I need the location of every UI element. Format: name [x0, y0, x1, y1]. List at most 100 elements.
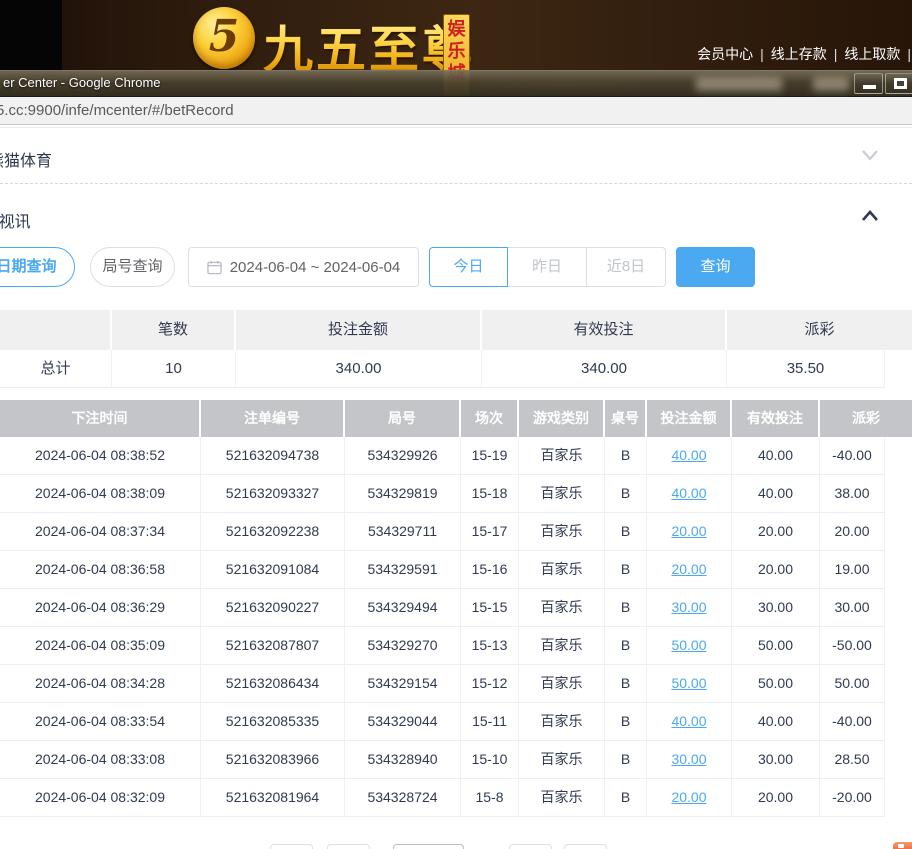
date-query-tab[interactable]: 日期查询: [0, 247, 75, 287]
bet-cell: 2024-06-04 08:33:54: [0, 703, 201, 741]
quick-range-昨日[interactable]: 昨日: [508, 247, 587, 287]
bet-cell: 30.00: [647, 589, 732, 627]
bet-cell: B: [605, 779, 647, 817]
bet-cell: 534329494: [345, 589, 461, 627]
bet-amount-link[interactable]: 20.00: [671, 561, 706, 577]
bet-cell: 521632091084: [201, 551, 345, 589]
bet-header-cell: 派彩: [820, 400, 912, 437]
table-row: 2024-06-04 08:36:29 521632090227 534329494…: [0, 589, 912, 627]
bet-cell: 百家乐: [519, 589, 605, 627]
bet-cell: 534329591: [345, 551, 461, 589]
background-black-region: [0, 0, 62, 70]
summary-header-cell: 投注金额: [236, 310, 482, 350]
bet-cell: 百家乐: [519, 513, 605, 551]
bet-amount-link[interactable]: 40.00: [671, 447, 706, 463]
bet-cell: 40.00: [647, 475, 732, 513]
section-panda-sports[interactable]: 熊猫体育: [0, 127, 912, 183]
bet-amount-link[interactable]: 30.00: [671, 751, 706, 767]
pager-stub[interactable]: [564, 844, 607, 849]
bet-cell: B: [605, 551, 647, 589]
summary-value-cell: 10: [112, 350, 236, 388]
bet-amount-link[interactable]: 40.00: [671, 485, 706, 501]
address-bar[interactable]: 5.cc:9900/infe/mcenter/#/betRecord: [0, 97, 912, 125]
quick-range-近8日[interactable]: 近8日: [587, 247, 666, 287]
bet-amount-link[interactable]: 40.00: [671, 713, 706, 729]
bet-cell: 百家乐: [519, 703, 605, 741]
table-row: 2024-06-04 08:34:28 521632086434 534329154…: [0, 665, 912, 703]
bet-header-cell: 下注时间: [0, 400, 201, 437]
summary-total-row: 总计 10 340.00 340.00 35.50: [0, 350, 912, 388]
summary-header-cell: 笔数: [112, 310, 236, 350]
date-range-input[interactable]: 2024-06-04 ~ 2024-06-04: [188, 247, 419, 287]
bet-table-body: 2024-06-04 08:38:52 521632094738 534329926…: [0, 437, 912, 817]
bet-cell: 521632093327: [201, 475, 345, 513]
bet-cell: 28.50: [820, 741, 885, 779]
summary-header-cell: [0, 310, 112, 350]
bet-cell: 521632085335: [201, 703, 345, 741]
bet-header-cell: 游戏类别: [519, 400, 605, 437]
maximize-icon: [894, 78, 907, 89]
bet-cell: 15-8: [461, 779, 519, 817]
bet-amount-link[interactable]: 20.00: [671, 789, 706, 805]
bet-cell: 534329154: [345, 665, 461, 703]
table-row: 2024-06-04 08:33:54 521632085335 534329044…: [0, 703, 912, 741]
banner-link-线上取款[interactable]: 线上取款: [844, 46, 900, 62]
bet-cell: B: [605, 703, 647, 741]
bet-cell: 50.00: [647, 665, 732, 703]
bet-cell: B: [605, 627, 647, 665]
table-row: 2024-06-04 08:32:09 521632081964 534328724…: [0, 779, 912, 817]
page-content: 熊猫体育 B视讯 日期查询 局号查询 2024-06-04 ~ 2: [0, 125, 912, 849]
summary-value-cell: 总计: [0, 350, 112, 388]
pager-stub[interactable]: [393, 844, 464, 849]
bet-cell: 百家乐: [519, 741, 605, 779]
bet-cell: -40.00: [820, 703, 885, 741]
bet-cell: 521632081964: [201, 779, 345, 817]
filter-bar: 日期查询 局号查询 2024-06-04 ~ 2024-06-04 今日 昨日 近8…: [0, 247, 912, 287]
bet-amount-link[interactable]: 50.00: [671, 675, 706, 691]
bet-cell: 40.00: [647, 703, 732, 741]
maximize-button[interactable]: [885, 73, 912, 94]
bet-cell: 2024-06-04 08:34:28: [0, 665, 201, 703]
bet-cell: 2024-06-04 08:32:09: [0, 779, 201, 817]
bet-cell: 20.00: [647, 513, 732, 551]
bet-header-cell: 注单编号: [201, 400, 345, 437]
bet-cell: 15-10: [461, 741, 519, 779]
calendar-icon: [207, 260, 222, 274]
bet-cell: 50.00: [820, 665, 885, 703]
pager-stub[interactable]: [270, 844, 313, 849]
bet-amount-link[interactable]: 30.00: [671, 599, 706, 615]
bet-cell: 15-18: [461, 475, 519, 513]
section-bb-live[interactable]: B视讯: [0, 184, 912, 247]
bet-cell: 百家乐: [519, 475, 605, 513]
pager-stub[interactable]: [509, 844, 552, 849]
chevron-up-icon: [862, 210, 878, 221]
service-float-button[interactable]: [893, 842, 912, 849]
banner-link-会员中心[interactable]: 会员中心: [697, 46, 753, 62]
bet-cell: 15-13: [461, 627, 519, 665]
summary-header-cell: 派彩: [727, 310, 912, 350]
chevron-down-icon: [862, 150, 878, 161]
ribbon-char: 乐: [447, 41, 466, 61]
banner-link-线上存款[interactable]: 线上存款: [771, 46, 827, 62]
pager-stub[interactable]: [327, 844, 370, 849]
bet-cell: 534329711: [345, 513, 461, 551]
bet-cell: 20.00: [732, 513, 820, 551]
minimize-button[interactable]: [854, 73, 883, 94]
bet-cell: 534328940: [345, 741, 461, 779]
search-button[interactable]: 查询: [676, 247, 755, 287]
bet-cell: 50.00: [732, 627, 820, 665]
bet-cell: 30.00: [732, 741, 820, 779]
round-query-tab[interactable]: 局号查询: [90, 247, 175, 287]
summary-value-cell: 340.00: [482, 350, 727, 388]
bet-cell: -40.00: [820, 437, 885, 475]
bet-cell: 15-12: [461, 665, 519, 703]
bet-amount-link[interactable]: 50.00: [671, 637, 706, 653]
quick-range-今日[interactable]: 今日: [429, 247, 508, 287]
window-titlebar[interactable]: er Center - Google Chrome: [0, 70, 912, 97]
bet-cell: 40.00: [647, 437, 732, 475]
bet-amount-link[interactable]: 20.00: [671, 523, 706, 539]
url-text: 5.cc:9900/infe/mcenter/#/betRecord: [0, 102, 234, 119]
ribbon-char: 娱: [447, 19, 466, 39]
bet-cell: 15-11: [461, 703, 519, 741]
bet-cell: 20.00: [820, 513, 885, 551]
